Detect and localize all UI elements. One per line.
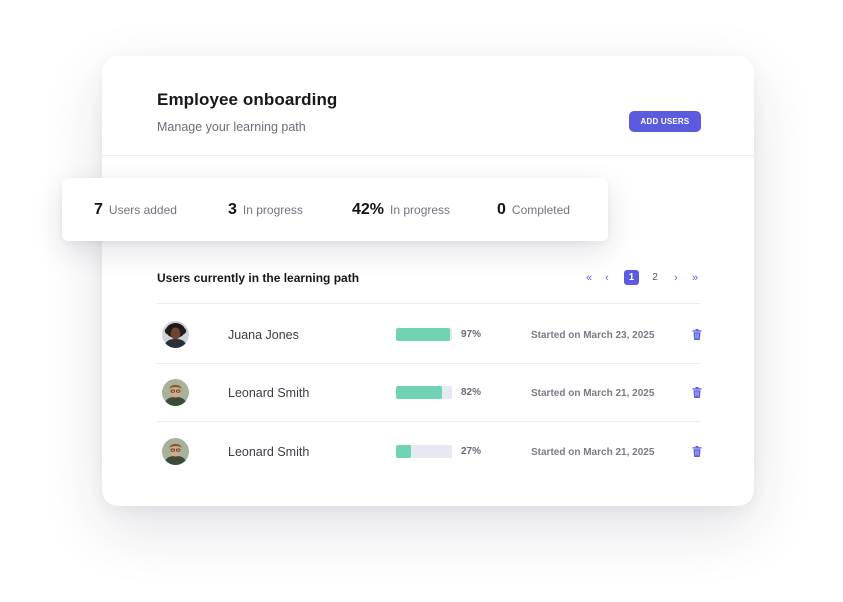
stat-in-progress-count: 3 In progress <box>228 201 303 219</box>
progress-bar-fill <box>396 386 442 399</box>
prev-page-button[interactable]: ‹ <box>601 270 613 286</box>
users-list-title: Users currently in the learning path <box>157 271 360 285</box>
table-row: Leonard Smith 27% Started on March 21, 2… <box>157 423 702 481</box>
last-page-button[interactable]: » <box>688 270 702 286</box>
table-row: Leonard Smith 82% Started on March 21, 2… <box>157 364 702 422</box>
trash-icon[interactable] <box>692 329 702 340</box>
stat-value: 7 <box>94 201 103 218</box>
user-name: Leonard Smith <box>228 386 310 400</box>
stat-value: 0 <box>497 201 506 218</box>
learning-path-card: Employee onboarding Manage your learning… <box>102 56 754 506</box>
page-subtitle: Manage your learning path <box>157 120 306 134</box>
progress-percent: 27% <box>461 446 482 457</box>
stat-completed: 0 Completed <box>497 201 570 219</box>
trash-icon[interactable] <box>692 446 702 457</box>
stat-users-added: 7 Users added <box>94 201 177 219</box>
progress-bar-fill <box>396 328 451 341</box>
first-page-button[interactable]: « <box>582 270 596 286</box>
page-2-button[interactable]: 2 <box>649 270 661 286</box>
progress-percent: 82% <box>461 387 482 398</box>
progress-percent: 97% <box>461 329 482 340</box>
user-avatar-icon <box>162 321 189 348</box>
start-date: Started on March 21, 2025 <box>531 447 655 458</box>
stat-label: In progress <box>242 203 303 217</box>
stat-label: Completed <box>511 203 570 217</box>
progress-bar-fill <box>396 445 412 458</box>
user-name: Leonard Smith <box>228 445 310 459</box>
progress-bar <box>396 386 452 399</box>
stat-label: In progress <box>390 203 451 217</box>
list-divider <box>157 303 701 304</box>
card-header: Employee onboarding Manage your learning… <box>102 56 754 156</box>
stat-in-progress-percent: 42% In progress <box>352 201 450 219</box>
page-title: Employee onboarding <box>157 90 338 109</box>
stat-value: 3 <box>228 201 237 218</box>
stats-bar: 7 Users added 3 In progress 42% In progress… <box>62 178 608 241</box>
start-date: Started on March 21, 2025 <box>531 388 655 399</box>
progress-bar <box>396 445 452 458</box>
progress-bar <box>396 328 452 341</box>
table-row: Juana Jones 97% Started on March 23, 202… <box>157 306 702 364</box>
user-avatar-icon <box>162 438 189 465</box>
page-1-button[interactable]: 1 <box>624 270 639 285</box>
stat-value: 42% <box>352 201 385 218</box>
start-date: Started on March 23, 2025 <box>531 330 655 341</box>
next-page-button[interactable]: › <box>670 270 682 286</box>
trash-icon[interactable] <box>692 387 702 398</box>
pagination: « ‹ 1 2 › » <box>582 270 704 286</box>
user-avatar-icon <box>162 379 189 406</box>
stat-label: Users added <box>108 203 177 217</box>
user-name: Juana Jones <box>228 328 299 342</box>
add-users-button[interactable]: ADD USERS <box>629 111 701 132</box>
